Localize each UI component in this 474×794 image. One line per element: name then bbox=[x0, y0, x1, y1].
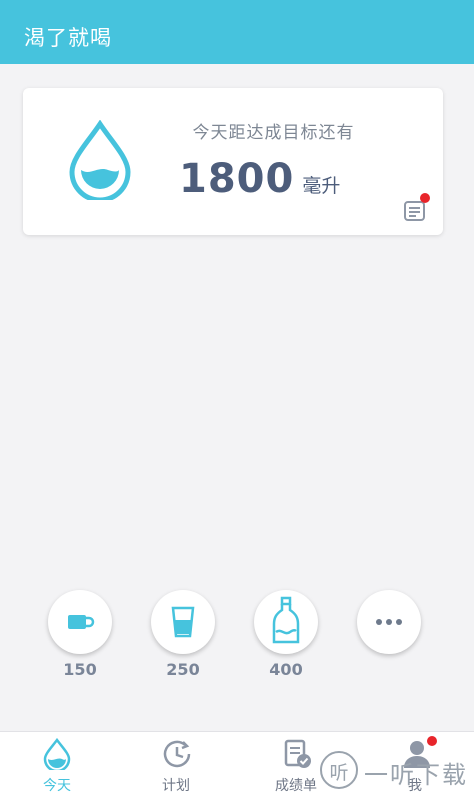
goal-label: 今天距达成目标还有 bbox=[192, 123, 355, 143]
watermark-glyph: 听 bbox=[329, 762, 349, 784]
bottle-icon bbox=[272, 596, 300, 644]
tab-plan-label: 计划 bbox=[162, 778, 190, 794]
add-250-label: 250 bbox=[166, 660, 200, 679]
tab-me-badge bbox=[427, 736, 437, 746]
tab-today-label: 今天 bbox=[43, 778, 71, 794]
water-drop-icon bbox=[69, 120, 131, 200]
tab-today[interactable]: 今天 bbox=[17, 732, 97, 794]
app-bar: 渴了就喝 bbox=[0, 0, 474, 64]
remaining-value: 1800 bbox=[179, 156, 295, 202]
watermark-logo: 听 bbox=[320, 751, 358, 789]
goal-card: 今天距达成目标还有 1800 毫升 bbox=[23, 88, 443, 235]
glass-icon bbox=[171, 606, 195, 638]
add-150-button[interactable] bbox=[48, 590, 112, 654]
add-150-label: 150 bbox=[63, 660, 97, 679]
watermark-text: 一听下载 bbox=[364, 761, 468, 789]
add-400-button[interactable] bbox=[254, 590, 318, 654]
tab-plan[interactable]: 计划 bbox=[136, 732, 216, 794]
goal-amount: 1800 毫升 bbox=[179, 156, 340, 208]
more-button[interactable] bbox=[357, 590, 421, 654]
note-badge bbox=[420, 193, 430, 203]
add-400-label: 400 bbox=[269, 660, 303, 679]
water-drop-icon bbox=[43, 738, 71, 770]
clock-icon bbox=[163, 740, 191, 768]
remaining-unit: 毫升 bbox=[302, 175, 341, 197]
add-250-button[interactable] bbox=[151, 590, 215, 654]
report-icon bbox=[284, 739, 311, 768]
app-title: 渴了就喝 bbox=[24, 26, 112, 50]
more-icon bbox=[376, 619, 402, 625]
coffee-cup-icon bbox=[68, 615, 95, 629]
